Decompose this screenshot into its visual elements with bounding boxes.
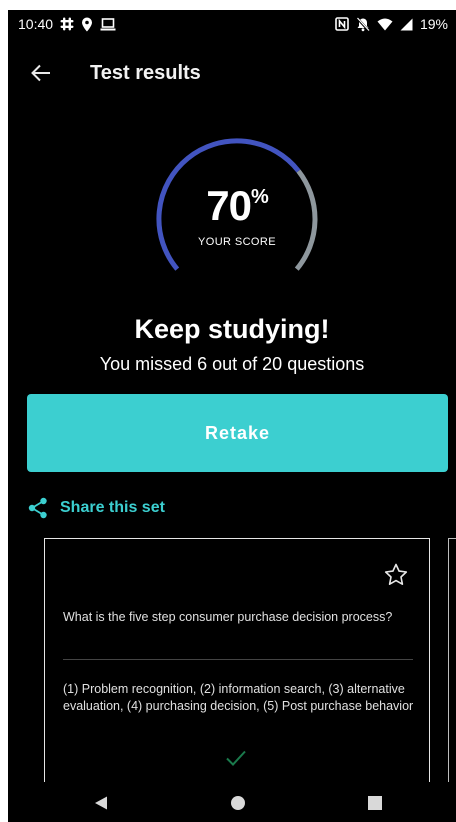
- home-circle-icon: [231, 796, 245, 810]
- checkmark-icon: [226, 750, 246, 766]
- star-button[interactable]: [383, 561, 409, 587]
- retake-button[interactable]: Retake: [27, 394, 448, 472]
- share-set-link[interactable]: Share this set: [28, 496, 165, 520]
- nav-home-button[interactable]: [227, 792, 249, 814]
- app-bar: Test results: [8, 54, 456, 94]
- laptop-icon: [100, 17, 116, 31]
- nav-recents-button[interactable]: [364, 792, 386, 814]
- notifications-off-icon: [356, 16, 370, 32]
- signal-icon: [400, 18, 413, 31]
- page-title: Test results: [90, 62, 201, 84]
- back-triangle-icon: [95, 796, 107, 810]
- battery-percent: 19%: [419, 16, 448, 32]
- status-time: 10:40: [18, 16, 54, 32]
- system-nav-bar: [8, 782, 456, 822]
- score-label: YOUR SCORE: [198, 236, 276, 248]
- status-right: 19%: [335, 16, 448, 32]
- score-number: 70: [206, 182, 252, 229]
- star-outline-icon: [384, 563, 408, 585]
- score-percent-sign: %: [250, 186, 269, 208]
- status-bar: 10:40 19%: [8, 10, 456, 38]
- result-headline: Keep studying!: [134, 314, 330, 344]
- nfc-icon: [335, 17, 349, 31]
- arrow-left-icon: [31, 64, 50, 82]
- back-button[interactable]: [28, 60, 54, 86]
- score-value: 70%: [154, 182, 320, 230]
- phone-screen: 10:40 19% Test results 70% YOUR SCORE Ke…: [8, 10, 456, 822]
- share-icon: [28, 497, 47, 519]
- status-left: 10:40: [18, 16, 116, 32]
- next-flashcard-peek[interactable]: [448, 538, 456, 819]
- share-set-label: Share this set: [60, 499, 165, 516]
- slack-icon: [60, 17, 74, 31]
- location-pin-icon: [81, 17, 93, 32]
- wifi-icon: [377, 18, 393, 31]
- card-divider: [63, 659, 413, 660]
- nav-back-button[interactable]: [90, 792, 112, 814]
- card-answer: (1) Problem recognition, (2) information…: [63, 682, 414, 713]
- result-summary: You missed 6 out of 20 questions: [99, 354, 365, 374]
- flashcard[interactable]: What is the five step consumer purchase …: [44, 538, 430, 818]
- card-question: What is the five step consumer purchase …: [63, 610, 393, 624]
- recents-square-icon: [368, 796, 382, 810]
